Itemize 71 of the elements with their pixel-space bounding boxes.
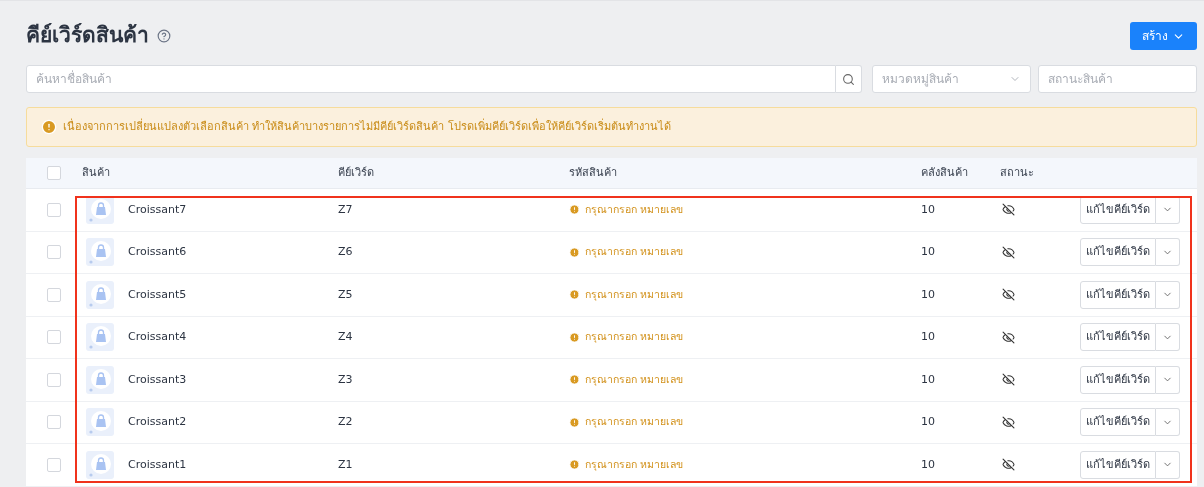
warning-icon bbox=[569, 289, 580, 301]
page-title: คีย์เวิร์ดสินค้า bbox=[26, 22, 149, 50]
warning-icon bbox=[569, 416, 580, 428]
product-name: Croissant4 bbox=[128, 329, 187, 345]
stock-cell: 10 bbox=[921, 457, 935, 471]
product-name: Croissant5 bbox=[128, 286, 187, 303]
column-header: คลังสินค้า bbox=[921, 165, 968, 179]
stock-cell: 10 bbox=[921, 287, 935, 301]
bag-icon bbox=[86, 280, 114, 309]
status-field[interactable]: สถานะสินค้า bbox=[1038, 65, 1197, 93]
edit-keyword-button[interactable]: แก้ไขคีย์เวิร์ด bbox=[1080, 365, 1156, 394]
edit-keyword-button[interactable]: แก้ไขคีย์เวิร์ด bbox=[1080, 408, 1156, 437]
edit-keyword-button[interactable]: แก้ไขคีย์เวิร์ด bbox=[1080, 450, 1156, 479]
checkbox[interactable] bbox=[47, 372, 61, 387]
search-field[interactable]: ค้นหาชื่อสินค้า bbox=[26, 65, 836, 93]
column-header: คีย์เวิร์ด bbox=[338, 165, 374, 179]
stock-cell: 10 bbox=[921, 245, 935, 258]
code-warning: กรุณากรอก หมายเลข bbox=[585, 286, 684, 303]
keyword-cell: Z1 bbox=[338, 457, 353, 471]
keyword-cell: Z4 bbox=[338, 330, 353, 343]
code-warning: กรุณากรอก หมายเลข bbox=[585, 244, 684, 260]
bag-icon bbox=[86, 323, 114, 352]
checkbox[interactable] bbox=[47, 166, 61, 180]
keyword-cell: Z3 bbox=[338, 372, 353, 386]
warning-icon bbox=[569, 374, 580, 386]
edit-keyword-button[interactable]: แก้ไขคีย์เวิร์ด bbox=[1080, 238, 1156, 267]
keyword-cell: Z5 bbox=[338, 287, 353, 301]
warning-icon bbox=[569, 204, 580, 216]
warning-icon bbox=[569, 459, 580, 471]
product-name: Croissant1 bbox=[128, 456, 187, 473]
product-name: Croissant2 bbox=[128, 414, 187, 430]
bag-icon bbox=[86, 365, 114, 394]
create-button[interactable]: สร้าง bbox=[1130, 22, 1197, 50]
checkbox[interactable] bbox=[47, 245, 61, 260]
keyword-cell: Z7 bbox=[338, 202, 353, 216]
keyword-cell: Z6 bbox=[338, 245, 353, 258]
code-warning: กรุณากรอก หมายเลข bbox=[585, 371, 684, 388]
help-icon[interactable] bbox=[157, 29, 171, 43]
stock-cell: 10 bbox=[921, 202, 935, 216]
column-header: สถานะ bbox=[1000, 165, 1034, 179]
checkbox[interactable] bbox=[47, 415, 61, 430]
bag-icon bbox=[86, 408, 114, 437]
checkbox[interactable] bbox=[47, 287, 61, 302]
checkbox[interactable] bbox=[47, 457, 61, 472]
warning-icon bbox=[569, 331, 580, 343]
search-icon bbox=[842, 72, 855, 86]
checkbox[interactable] bbox=[47, 330, 61, 345]
code-warning: กรุณากรอก หมายเลข bbox=[585, 329, 684, 345]
edit-keyword-button[interactable]: แก้ไขคีย์เวิร์ด bbox=[1080, 195, 1156, 224]
product-name: Croissant3 bbox=[128, 371, 187, 388]
edit-keyword-button[interactable]: แก้ไขคีย์เวิร์ด bbox=[1080, 323, 1156, 352]
column-header: รหัสสินค้า bbox=[569, 165, 617, 179]
stock-cell: 10 bbox=[921, 415, 935, 428]
edit-keyword-button[interactable]: แก้ไขคีย์เวิร์ด bbox=[1080, 280, 1156, 309]
warning-icon bbox=[41, 119, 57, 135]
checkbox[interactable] bbox=[47, 202, 61, 217]
column-header: สินค้า bbox=[82, 165, 110, 179]
bag-icon bbox=[86, 450, 114, 479]
bag-icon bbox=[86, 195, 114, 224]
product-name: Croissant7 bbox=[128, 201, 187, 218]
bag-icon bbox=[86, 238, 114, 267]
warning-message: เนื่องจากการเปลี่ยนแปลงตัวเลือกสินค้า ทำให้สินค้าบางรายการไม่มีคีย์เวิร์ดสินค้า โปรดเพิ่มคีย์เวิร์ดเพื่อให้คีย์เวิร์ดเริ่มต้นทำงานได้ bbox=[63, 118, 671, 135]
keyword-cell: Z2 bbox=[338, 415, 353, 428]
product-name: Croissant6 bbox=[128, 244, 187, 260]
warning-icon bbox=[569, 246, 580, 258]
code-warning: กรุณากรอก หมายเลข bbox=[585, 414, 684, 430]
stock-cell: 10 bbox=[921, 372, 935, 386]
code-warning: กรุณากรอก หมายเลข bbox=[585, 201, 684, 218]
code-warning: กรุณากรอก หมายเลข bbox=[585, 456, 684, 473]
stock-cell: 10 bbox=[921, 330, 935, 343]
search-button[interactable] bbox=[836, 65, 862, 93]
